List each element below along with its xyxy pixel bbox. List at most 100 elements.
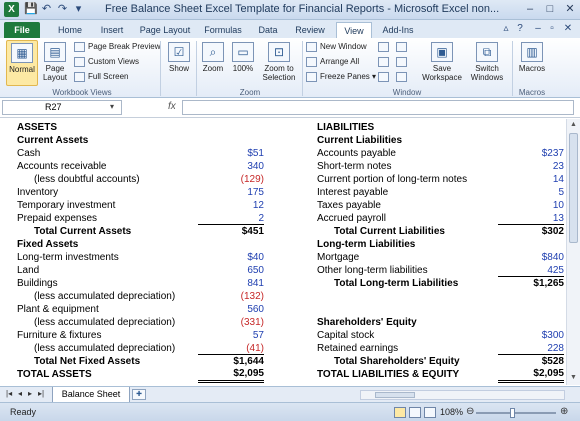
synchronous-scrolling-button[interactable] [396, 56, 410, 68]
help-icon[interactable]: ? [514, 23, 526, 35]
view-side-by-side-button[interactable] [396, 41, 410, 53]
page-break-status-icon[interactable] [424, 407, 436, 418]
sheet-tab-balance-sheet[interactable]: Balance Sheet [52, 387, 130, 403]
undo-icon[interactable]: ↶ [40, 3, 53, 16]
line-item-value[interactable]: $840 [498, 251, 564, 264]
tab-formulas[interactable]: Formulas [198, 22, 248, 38]
tab-insert[interactable]: Insert [92, 22, 132, 38]
scroll-down-icon[interactable]: ▼ [570, 374, 577, 381]
scroll-up-icon[interactable]: ▲ [570, 121, 577, 128]
zoom-out-icon[interactable]: ⊖ [466, 406, 474, 417]
line-item-value[interactable]: 12 [198, 199, 264, 212]
save-icon[interactable]: 💾 [24, 3, 38, 16]
line-item-value[interactable]: (41) [198, 342, 264, 355]
horizontal-scroll-thumb[interactable] [375, 392, 415, 398]
vertical-scroll-thumb[interactable] [569, 133, 578, 243]
tab-data[interactable]: Data [250, 22, 286, 38]
horizontal-scrollbar[interactable] [360, 390, 565, 400]
total-current-liabilities-value: $302 [498, 224, 564, 237]
line-item-value[interactable]: 340 [198, 160, 264, 173]
first-sheet-icon[interactable]: |◂ [6, 389, 12, 398]
line-item-value[interactable]: 5 [498, 186, 564, 199]
tab-file[interactable]: File [4, 22, 40, 38]
freeze-panes-button[interactable]: Freeze Panes ▾ [306, 71, 376, 83]
line-item-value[interactable]: 425 [498, 264, 564, 277]
macros-button[interactable]: ▥ Macros [516, 40, 548, 86]
line-item-value[interactable]: 560 [198, 303, 264, 316]
insert-function-icon[interactable]: fx [168, 101, 176, 112]
last-sheet-icon[interactable]: ▸| [38, 389, 44, 398]
line-item-value[interactable]: 13 [498, 212, 564, 225]
split-button[interactable] [378, 41, 392, 53]
zoom-level[interactable]: 108% [440, 407, 463, 417]
tab-add-ins[interactable]: Add-Ins [376, 22, 420, 38]
redo-icon[interactable]: ↷ [56, 3, 69, 16]
line-item-value[interactable]: 175 [198, 186, 264, 199]
minimize-icon[interactable]: – [520, 1, 540, 17]
line-item-value[interactable]: (331) [198, 316, 264, 329]
worksheet-grid[interactable]: ASSETS Current Assets Total Current Asse… [0, 119, 565, 385]
zoom-slider[interactable] [476, 412, 556, 414]
line-item-value[interactable]: 228 [498, 342, 564, 355]
page-break-preview-button[interactable]: Page Break Preview [74, 41, 160, 53]
line-item-value[interactable]: 10 [498, 199, 564, 212]
sheet-tab-bar: |◂ ◂ ▸ ▸| Balance Sheet ✚ [0, 386, 580, 403]
insert-sheet-icon[interactable]: ✚ [132, 389, 146, 400]
line-item-value[interactable]: 650 [198, 264, 264, 277]
prev-sheet-icon[interactable]: ◂ [18, 389, 22, 398]
formula-input[interactable] [182, 100, 574, 115]
save-workspace-button[interactable]: ▣ Save Workspace [420, 40, 464, 86]
normal-view-button[interactable]: ▦ Normal [6, 40, 38, 86]
window-close-icon[interactable]: ✕ [562, 23, 574, 35]
switch-windows-button[interactable]: ⧉ Switch Windows [466, 40, 508, 86]
tab-view[interactable]: View [336, 22, 372, 38]
line-item-value[interactable]: 14 [498, 173, 564, 186]
hide-button[interactable] [378, 56, 392, 68]
line-item-value[interactable]: $300 [498, 329, 564, 342]
line-item-value[interactable]: $40 [198, 251, 264, 264]
unhide-button[interactable] [378, 71, 392, 83]
page-layout-status-icon[interactable] [409, 407, 421, 418]
workbook-views-group-label: Workbook Views [52, 88, 112, 97]
sync-scroll-icon [396, 56, 407, 67]
normal-view-status-icon[interactable] [394, 407, 406, 418]
minimize-ribbon-icon[interactable]: ▵ [500, 23, 512, 35]
line-item-value[interactable]: $51 [198, 147, 264, 160]
line-item-value[interactable]: 57 [198, 329, 264, 342]
name-box-dropdown-icon[interactable]: ▾ [110, 102, 114, 111]
excel-logo-icon[interactable]: X [4, 2, 19, 17]
line-item-label: Cash [17, 148, 41, 159]
line-item-value[interactable]: $237 [498, 147, 564, 160]
show-button[interactable]: ☑ Show [164, 40, 194, 86]
zoom-button[interactable]: ⌕ Zoom [200, 40, 226, 86]
vertical-scrollbar[interactable]: ▲ ▼ [566, 119, 580, 385]
line-item-label: Mortgage [317, 252, 360, 263]
line-item-value[interactable]: (129) [198, 173, 264, 186]
line-item-value[interactable]: (132) [198, 290, 264, 303]
line-item-value[interactable]: 2 [198, 212, 264, 225]
arrange-all-button[interactable]: Arrange All [306, 56, 359, 68]
maximize-icon[interactable]: □ [540, 1, 560, 17]
custom-views-button[interactable]: Custom Views [74, 56, 139, 68]
zoom-slider-knob[interactable] [510, 408, 515, 418]
line-item-value[interactable]: 23 [498, 160, 564, 173]
reset-window-position-button[interactable] [396, 71, 410, 83]
next-sheet-icon[interactable]: ▸ [28, 389, 32, 398]
normal-view-icon: ▦ [11, 43, 33, 63]
window-minimize-icon[interactable]: – [532, 23, 544, 35]
window-restore-icon[interactable]: ▫ [546, 23, 558, 35]
zoom-100-button[interactable]: ▭ 100% [229, 40, 257, 86]
line-item-value[interactable]: 841 [198, 277, 264, 290]
tab-page-layout[interactable]: Page Layout [134, 22, 196, 38]
new-window-button[interactable]: New Window [306, 41, 367, 53]
zoom-in-icon[interactable]: ⊕ [560, 406, 568, 417]
tab-home[interactable]: Home [50, 22, 90, 38]
name-box[interactable]: R27 [2, 100, 122, 115]
full-screen-button[interactable]: Full Screen [74, 71, 128, 83]
page-layout-view-button[interactable]: ▤ Page Layout [40, 40, 70, 86]
tab-review[interactable]: Review [288, 22, 332, 38]
zoom-to-selection-button[interactable]: ⊡ Zoom to Selection [259, 40, 299, 86]
customize-qat-icon[interactable]: ▾ [72, 3, 85, 16]
full-screen-icon [74, 71, 85, 82]
close-icon[interactable]: ✕ [560, 1, 580, 17]
